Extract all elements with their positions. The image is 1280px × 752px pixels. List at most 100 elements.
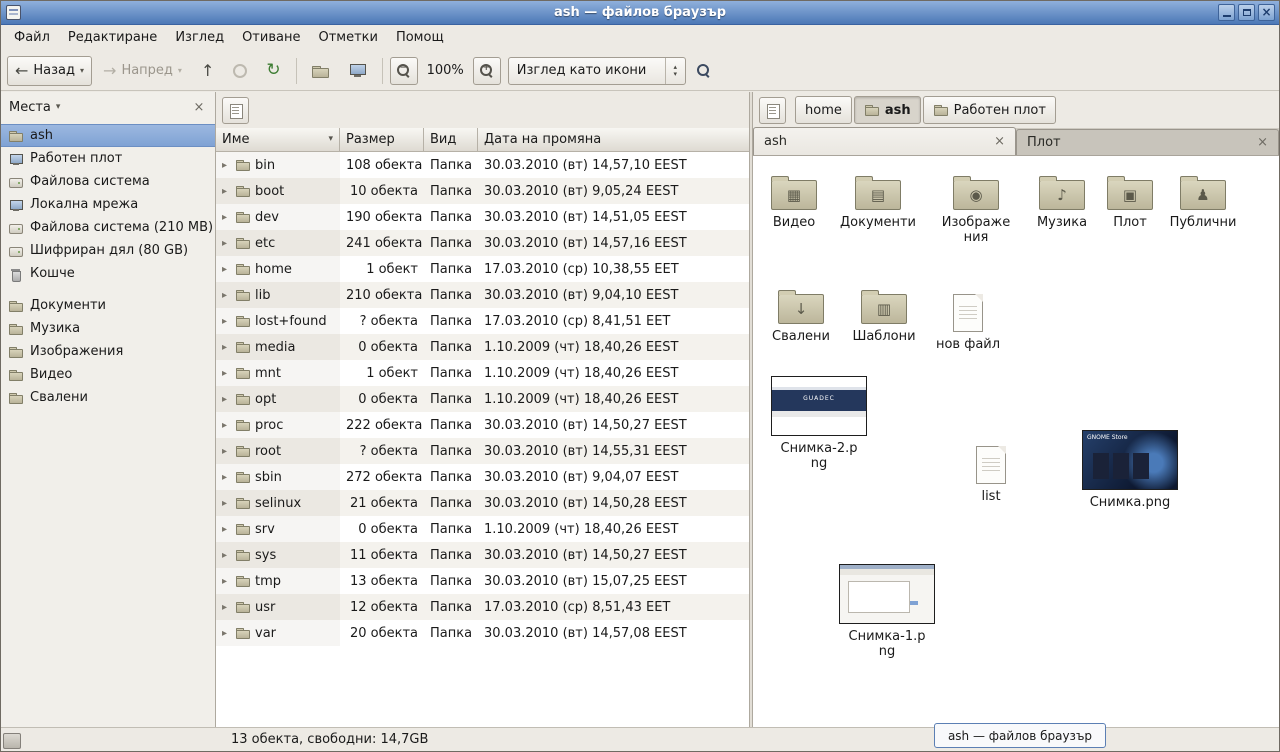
tab[interactable]: ash × <box>753 127 1016 155</box>
expander-icon[interactable]: ▸ <box>222 420 231 431</box>
combo-spin-icon[interactable]: ▴▾ <box>665 58 685 84</box>
menu-item[interactable]: Редактиране <box>59 25 166 51</box>
expander-icon[interactable]: ▸ <box>222 264 231 275</box>
sidebar-place-item[interactable]: Шифриран дял (80 GB) <box>1 239 215 262</box>
location-toggle-button[interactable] <box>759 97 786 124</box>
location-toggle-button[interactable] <box>222 97 249 124</box>
icon-view-item[interactable]: list <box>953 444 1029 504</box>
zoom-out-button[interactable]: − <box>390 57 418 85</box>
table-row[interactable]: ▸ mnt 1 обект Папка 1.10.2009 (чт) 18,40… <box>216 360 749 386</box>
table-row[interactable]: ▸ root ? обекта Папка 30.03.2010 (вт) 14… <box>216 438 749 464</box>
icon-view-item[interactable]: нов файл <box>930 292 1006 352</box>
sidebar-place-item[interactable]: Кошче <box>1 262 215 285</box>
expander-icon[interactable]: ▸ <box>222 290 231 301</box>
maximize-button[interactable] <box>1238 4 1255 21</box>
icon-view-item[interactable]: Шаблони <box>846 284 922 344</box>
menu-item[interactable]: Отиване <box>233 25 309 51</box>
sidebar-close-icon[interactable]: × <box>191 100 207 115</box>
home-button[interactable] <box>304 56 338 86</box>
icon-view-item[interactable]: Документи <box>840 170 916 230</box>
icon-view-item[interactable]: Музика <box>1024 170 1100 230</box>
reload-button[interactable]: ↻ <box>258 56 288 86</box>
expander-icon[interactable]: ▸ <box>222 472 231 483</box>
table-row[interactable]: ▸ lost+found ? обекта Папка 17.03.2010 (… <box>216 308 749 334</box>
taskbar-window-button[interactable]: ash — файлов браузър <box>934 723 1106 748</box>
panel-applet-icon[interactable] <box>3 733 21 749</box>
expander-icon[interactable]: ▸ <box>222 368 231 379</box>
icon-view-item[interactable]: GNOME Store Снимка.png <box>1078 430 1182 510</box>
sidebar-place-item[interactable]: Файлова система (210 MB) <box>1 216 215 239</box>
forward-button[interactable]: → Напред ▾ <box>95 56 190 86</box>
table-row[interactable]: ▸ usr 12 обекта Папка 17.03.2010 (ср) 8,… <box>216 594 749 620</box>
expander-icon[interactable]: ▸ <box>222 316 231 327</box>
view-mode-select[interactable]: Изглед като икони ▴▾ <box>508 57 686 85</box>
table-row[interactable]: ▸ media 0 обекта Папка 1.10.2009 (чт) 18… <box>216 334 749 360</box>
table-row[interactable]: ▸ selinux 21 обекта Папка 30.03.2010 (вт… <box>216 490 749 516</box>
expander-icon[interactable]: ▸ <box>222 186 231 197</box>
expander-icon[interactable]: ▸ <box>222 238 231 249</box>
table-row[interactable]: ▸ var 20 обекта Папка 30.03.2010 (вт) 14… <box>216 620 749 646</box>
sidebar-bookmark-item[interactable]: Документи <box>1 294 215 317</box>
expander-icon[interactable]: ▸ <box>222 628 231 639</box>
search-button[interactable] <box>689 56 721 86</box>
icon-view-item[interactable]: GUADEC Снимка-2.png <box>767 376 871 471</box>
table-row[interactable]: ▸ tmp 13 обекта Папка 30.03.2010 (вт) 15… <box>216 568 749 594</box>
expander-icon[interactable]: ▸ <box>222 342 231 353</box>
table-row[interactable]: ▸ proc 222 обекта Папка 30.03.2010 (вт) … <box>216 412 749 438</box>
sidebar-title[interactable]: Места <box>9 100 51 115</box>
table-row[interactable]: ▸ srv 0 обекта Папка 1.10.2009 (чт) 18,4… <box>216 516 749 542</box>
breadcrumb-button[interactable]: home <box>795 96 852 124</box>
table-row[interactable]: ▸ etc 241 обекта Папка 30.03.2010 (вт) 1… <box>216 230 749 256</box>
menu-item[interactable]: Отметки <box>309 25 386 51</box>
sidebar-place-item[interactable]: ash <box>1 124 215 147</box>
breadcrumb-button[interactable]: ash <box>854 96 921 124</box>
back-button[interactable]: ← Назад ▾ <box>7 56 92 86</box>
sidebar-bookmark-item[interactable]: Свалени <box>1 386 215 409</box>
expander-icon[interactable]: ▸ <box>222 212 231 223</box>
tab-close-icon[interactable]: × <box>1257 135 1268 150</box>
tab[interactable]: Плот × <box>1016 129 1279 155</box>
expander-icon[interactable]: ▸ <box>222 446 231 457</box>
column-header-size[interactable]: Размер <box>340 128 424 152</box>
table-row[interactable]: ▸ lib 210 обекта Папка 30.03.2010 (вт) 9… <box>216 282 749 308</box>
stop-button[interactable] <box>225 56 255 86</box>
column-header-name[interactable]: Име ▾ <box>216 128 340 152</box>
expander-icon[interactable]: ▸ <box>222 160 231 171</box>
menu-item[interactable]: Изглед <box>166 25 233 51</box>
chevron-down-icon[interactable]: ▾ <box>56 102 61 112</box>
titlebar[interactable]: ash — файлов браузър × <box>1 1 1279 25</box>
icon-view-item[interactable]: Видео <box>756 170 832 230</box>
up-button[interactable]: ↑ <box>193 56 222 86</box>
zoom-in-button[interactable]: + <box>473 57 501 85</box>
sidebar-bookmark-item[interactable]: Музика <box>1 317 215 340</box>
computer-button[interactable] <box>341 56 375 86</box>
sidebar-place-item[interactable]: Файлова система <box>1 170 215 193</box>
sidebar-bookmark-item[interactable]: Видео <box>1 363 215 386</box>
table-row[interactable]: ▸ sbin 272 обекта Папка 30.03.2010 (вт) … <box>216 464 749 490</box>
expander-icon[interactable]: ▸ <box>222 394 231 405</box>
table-row[interactable]: ▸ bin 108 обекта Папка 30.03.2010 (вт) 1… <box>216 152 749 178</box>
breadcrumb-button[interactable]: Работен плот <box>923 96 1056 124</box>
expander-icon[interactable]: ▸ <box>222 498 231 509</box>
table-row[interactable]: ▸ dev 190 обекта Папка 30.03.2010 (вт) 1… <box>216 204 749 230</box>
icon-view-item[interactable]: Свалени <box>763 284 839 344</box>
close-button[interactable]: × <box>1258 4 1275 21</box>
minimize-button[interactable] <box>1218 4 1235 21</box>
expander-icon[interactable]: ▸ <box>222 576 231 587</box>
icon-view-item[interactable]: Публични <box>1165 170 1241 230</box>
expander-icon[interactable]: ▸ <box>222 602 231 613</box>
table-row[interactable]: ▸ sys 11 обекта Папка 30.03.2010 (вт) 14… <box>216 542 749 568</box>
sidebar-place-item[interactable]: Локална мрежа <box>1 193 215 216</box>
expander-icon[interactable]: ▸ <box>222 524 231 535</box>
sidebar-place-item[interactable]: Работен плот <box>1 147 215 170</box>
menu-item[interactable]: Файл <box>5 25 59 51</box>
table-row[interactable]: ▸ opt 0 обекта Папка 1.10.2009 (чт) 18,4… <box>216 386 749 412</box>
icon-view-item[interactable]: Плот <box>1092 170 1168 230</box>
sidebar-bookmark-item[interactable]: Изображения <box>1 340 215 363</box>
column-header-modified[interactable]: Дата на промяна <box>478 128 749 152</box>
expander-icon[interactable]: ▸ <box>222 550 231 561</box>
menu-item[interactable]: Помощ <box>387 25 453 51</box>
table-row[interactable]: ▸ boot 10 обекта Папка 30.03.2010 (вт) 9… <box>216 178 749 204</box>
table-row[interactable]: ▸ home 1 обект Папка 17.03.2010 (ср) 10,… <box>216 256 749 282</box>
icon-view-item[interactable]: Изображения <box>938 170 1014 245</box>
